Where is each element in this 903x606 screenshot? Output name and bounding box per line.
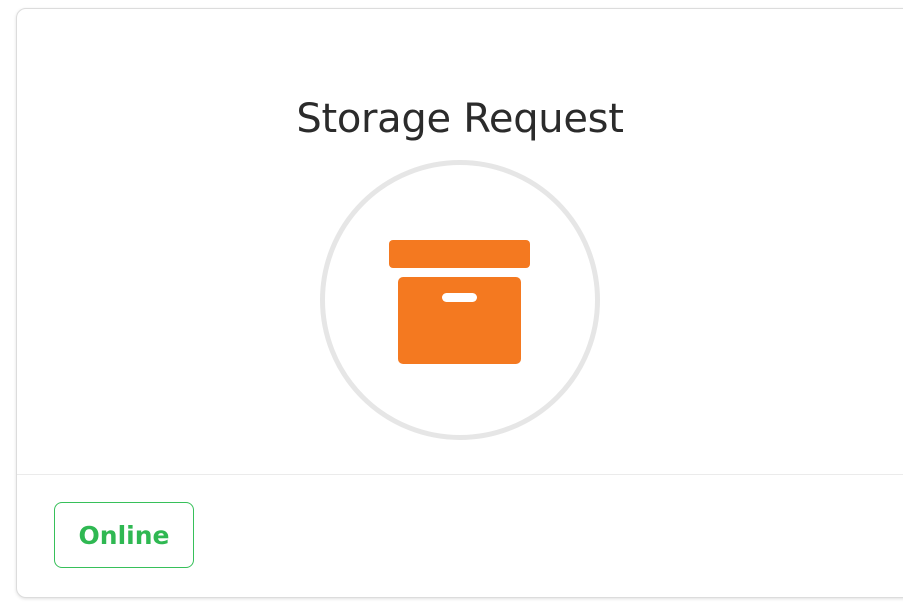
status-badge: Online xyxy=(54,502,194,568)
card-divider xyxy=(17,474,903,475)
archive-box-icon xyxy=(389,240,530,364)
icon-circle xyxy=(320,160,600,440)
card-title: Storage Request xyxy=(296,96,624,142)
storage-request-card[interactable]: Storage Request Online xyxy=(16,8,903,598)
